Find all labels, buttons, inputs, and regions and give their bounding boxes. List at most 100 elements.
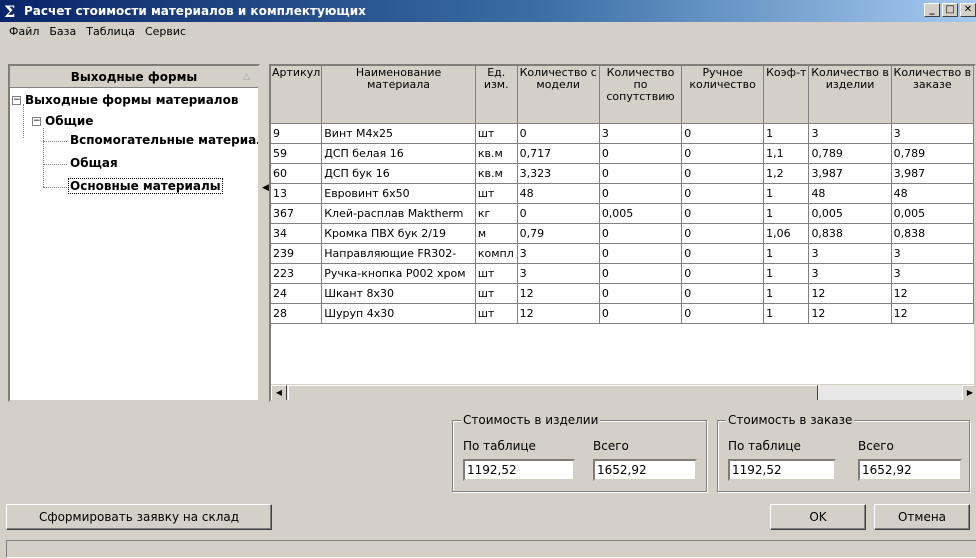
- cell[interactable]: кв.м: [475, 143, 518, 164]
- cell[interactable]: Клей-расплав Maktherm: [321, 203, 476, 224]
- cell[interactable]: 12: [517, 283, 600, 304]
- cell[interactable]: 1,2: [763, 163, 810, 184]
- cell[interactable]: 0: [681, 203, 765, 224]
- collapse-icon[interactable]: −: [32, 117, 41, 126]
- cell[interactable]: шт: [475, 283, 518, 304]
- cell[interactable]: 0: [681, 283, 765, 304]
- cell[interactable]: кг: [475, 203, 518, 224]
- cell[interactable]: 1: [763, 123, 810, 144]
- cell[interactable]: 12: [808, 303, 892, 324]
- table-row[interactable]: 24 Шкант 8х30 шт 12 0 0 1 12 12: [271, 283, 974, 304]
- cell[interactable]: ДСП бук 16: [321, 163, 476, 184]
- cell[interactable]: 0,005: [808, 203, 892, 224]
- table-row[interactable]: 239 Направляющие FR302- компл 3 0 0 1 3 3: [271, 243, 974, 264]
- cell[interactable]: 0: [599, 243, 683, 264]
- cell[interactable]: Шуруп 4х30: [321, 303, 476, 324]
- cell[interactable]: 34: [271, 223, 323, 244]
- cell[interactable]: 48: [517, 183, 600, 204]
- table-row[interactable]: 28 Шуруп 4х30 шт 12 0 0 1 12 12: [271, 303, 974, 324]
- cell[interactable]: 0: [681, 243, 765, 264]
- cell[interactable]: 0: [599, 223, 683, 244]
- cell[interactable]: Кромка ПВХ бук 2/19: [321, 223, 476, 244]
- scroll-right-icon[interactable]: ▶: [962, 385, 974, 400]
- cell[interactable]: 60: [271, 163, 323, 184]
- column-header-article[interactable]: Артикул: [271, 66, 323, 124]
- cell[interactable]: 0,005: [599, 203, 683, 224]
- column-header-qty-product[interactable]: Количество в изделии: [808, 66, 892, 124]
- cell[interactable]: Ручка-кнопка P002 хром: [321, 263, 476, 284]
- cell[interactable]: 3: [891, 243, 974, 264]
- cell[interactable]: 3,987: [891, 163, 974, 184]
- cell[interactable]: 0,838: [891, 223, 974, 244]
- cell[interactable]: 0: [681, 183, 765, 204]
- menu-database[interactable]: База: [44, 25, 81, 38]
- cell[interactable]: 0: [599, 143, 683, 164]
- cell[interactable]: 0,717: [517, 143, 600, 164]
- cell[interactable]: 223: [271, 263, 323, 284]
- cell[interactable]: 48: [891, 183, 974, 204]
- cell[interactable]: 3,323: [517, 163, 600, 184]
- cell[interactable]: 28: [271, 303, 323, 324]
- cell[interactable]: 1,06: [763, 223, 810, 244]
- cell[interactable]: 1: [763, 263, 810, 284]
- cell[interactable]: 9: [271, 123, 323, 144]
- cell[interactable]: 0: [599, 163, 683, 184]
- tree-node-general[interactable]: − Общие: [32, 113, 93, 129]
- cell[interactable]: шт: [475, 263, 518, 284]
- tree-node-auxiliary[interactable]: Вспомогательные материалы: [70, 132, 258, 148]
- cell[interactable]: 239: [271, 243, 323, 264]
- cell[interactable]: 59: [271, 143, 323, 164]
- menu-file[interactable]: Файл: [4, 25, 44, 38]
- tree-node-root[interactable]: − Выходные формы материалов: [12, 92, 238, 108]
- table-row[interactable]: 13 Евровинт 6х50 шт 48 0 0 1 48 48: [271, 183, 974, 204]
- cell[interactable]: 0: [681, 263, 765, 284]
- cell[interactable]: 0,79: [517, 223, 600, 244]
- menu-table[interactable]: Таблица: [81, 25, 140, 38]
- cell[interactable]: 0: [599, 283, 683, 304]
- cell[interactable]: Направляющие FR302-: [321, 243, 476, 264]
- cell[interactable]: 3: [517, 263, 600, 284]
- column-header-unit[interactable]: Ед. изм.: [475, 66, 518, 124]
- cell[interactable]: шт: [475, 123, 518, 144]
- cell[interactable]: 48: [808, 183, 892, 204]
- cell[interactable]: 0: [517, 123, 600, 144]
- cost-item-total-field[interactable]: 1652,92: [593, 459, 697, 481]
- cell[interactable]: м: [475, 223, 518, 244]
- cell[interactable]: 12: [517, 303, 600, 324]
- scroll-left-icon[interactable]: ◀: [271, 385, 287, 400]
- column-header-qty-model[interactable]: Количество с модели: [517, 66, 600, 124]
- cell[interactable]: 13: [271, 183, 323, 204]
- tree-node-common[interactable]: Общая: [70, 155, 118, 171]
- table-row[interactable]: 9 Винт М4х25 шт 0 3 0 1 3 3: [271, 123, 974, 144]
- cell[interactable]: шт: [475, 303, 518, 324]
- table-row[interactable]: 223 Ручка-кнопка P002 хром шт 3 0 0 1 3 3: [271, 263, 974, 284]
- cell[interactable]: шт: [475, 183, 518, 204]
- output-forms-tree[interactable]: Выходные формы △ − Выходные формы материа…: [8, 64, 260, 402]
- table-row[interactable]: 59 ДСП белая 16 кв.м 0,717 0 0 1,1 0,789 0,789: [271, 143, 974, 164]
- cell[interactable]: 0: [599, 183, 683, 204]
- collapse-icon[interactable]: −: [12, 96, 21, 105]
- cost-order-total-field[interactable]: 1652,92: [858, 459, 962, 481]
- cell[interactable]: ДСП белая 16: [321, 143, 476, 164]
- column-header-name[interactable]: Наименование материала: [321, 66, 476, 124]
- menu-service[interactable]: Сервис: [140, 25, 191, 38]
- cancel-button[interactable]: Отмена: [874, 504, 970, 530]
- scrollbar-thumb[interactable]: [288, 385, 818, 400]
- close-button[interactable]: ✕: [960, 3, 976, 17]
- cell[interactable]: 1: [763, 283, 810, 304]
- cell[interactable]: 0: [681, 163, 765, 184]
- minimize-button[interactable]: _: [924, 3, 940, 17]
- cell[interactable]: 3: [891, 263, 974, 284]
- cell[interactable]: 3: [517, 243, 600, 264]
- cell[interactable]: 0,005: [891, 203, 974, 224]
- cell[interactable]: 0: [681, 143, 765, 164]
- cell[interactable]: 3: [891, 123, 974, 144]
- horizontal-scrollbar[interactable]: ◀ ▶: [271, 384, 974, 400]
- cell[interactable]: 1,1: [763, 143, 810, 164]
- cell[interactable]: Шкант 8х30: [321, 283, 476, 304]
- cell[interactable]: 1: [763, 303, 810, 324]
- cell[interactable]: 0,789: [808, 143, 892, 164]
- table-row[interactable]: 367 Клей-расплав Maktherm кг 0 0,005 0 1 0,005 0…: [271, 203, 974, 224]
- cell[interactable]: 3: [808, 243, 892, 264]
- cell[interactable]: компл: [475, 243, 518, 264]
